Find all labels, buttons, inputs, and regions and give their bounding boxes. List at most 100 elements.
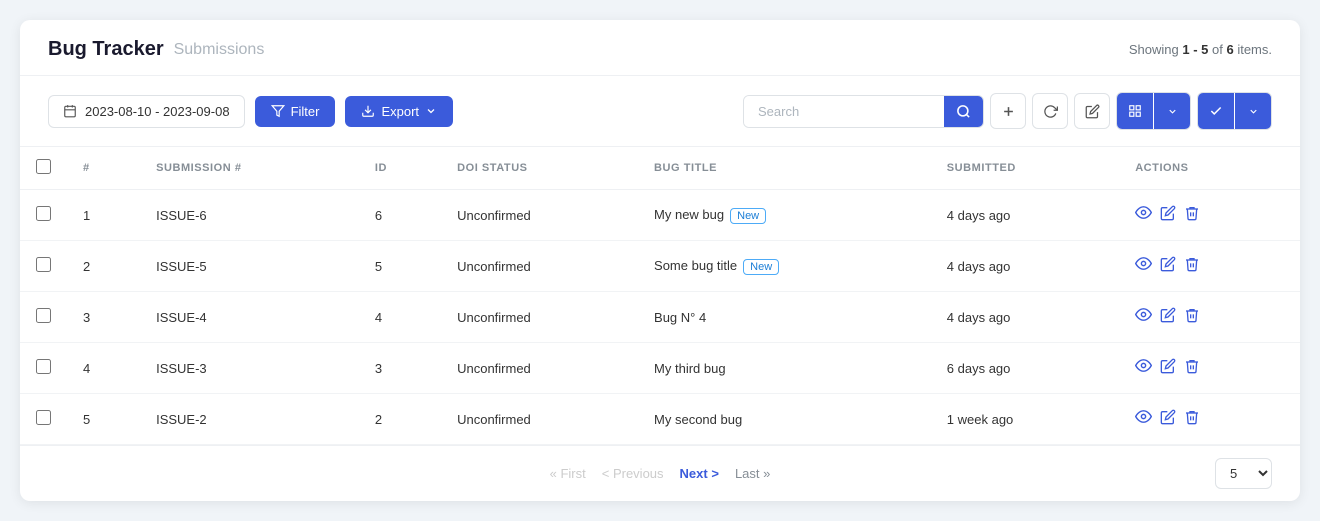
check-button[interactable] bbox=[1198, 93, 1234, 129]
date-range-value: 2023-08-10 - 2023-09-08 bbox=[85, 104, 230, 119]
pagination-bar: « First < Previous Next > Last » 5102550 bbox=[20, 445, 1300, 501]
check-action-group bbox=[1197, 92, 1272, 130]
page-size-selector[interactable]: 5102550 bbox=[1215, 458, 1272, 489]
search-button[interactable] bbox=[944, 96, 983, 127]
table-header-row: # SUBMISSION # ID DOI STATUS BUG TITLE S… bbox=[20, 147, 1300, 190]
chevron-down-icon bbox=[425, 105, 437, 117]
row-id: 4 bbox=[359, 292, 441, 343]
row-submitted: 4 days ago bbox=[931, 292, 1119, 343]
row-doi-status: Unconfirmed bbox=[441, 292, 638, 343]
row-doi-status: Unconfirmed bbox=[441, 190, 638, 241]
filter-button[interactable]: Filter bbox=[255, 96, 336, 127]
edit-icon[interactable] bbox=[1160, 256, 1176, 277]
delete-icon[interactable] bbox=[1184, 358, 1200, 379]
refresh-icon bbox=[1043, 104, 1058, 119]
row-submission: ISSUE-6 bbox=[140, 190, 359, 241]
row-actions bbox=[1119, 292, 1300, 343]
row-actions bbox=[1119, 343, 1300, 394]
row-id: 3 bbox=[359, 343, 441, 394]
prev-page-link[interactable]: < Previous bbox=[596, 462, 670, 485]
refresh-button[interactable] bbox=[1032, 93, 1068, 129]
grid-view-button[interactable] bbox=[1117, 93, 1153, 129]
row-actions bbox=[1119, 241, 1300, 292]
row-bug-title: My second bug bbox=[638, 394, 931, 445]
row-submitted: 4 days ago bbox=[931, 241, 1119, 292]
table-row: 5 ISSUE-2 2 Unconfirmed My second bug 1 … bbox=[20, 394, 1300, 445]
row-actions bbox=[1119, 190, 1300, 241]
row-checkbox[interactable] bbox=[36, 410, 51, 425]
row-checkbox[interactable] bbox=[36, 308, 51, 323]
view-icon[interactable] bbox=[1135, 306, 1152, 328]
search-input[interactable] bbox=[744, 96, 944, 127]
plus-icon bbox=[1001, 104, 1016, 119]
delete-icon[interactable] bbox=[1184, 256, 1200, 277]
last-page-link[interactable]: Last » bbox=[729, 462, 776, 485]
table-row: 3 ISSUE-4 4 Unconfirmed Bug N° 4 4 days … bbox=[20, 292, 1300, 343]
export-label: Export bbox=[381, 104, 419, 119]
page-size-dropdown[interactable]: 5102550 bbox=[1216, 459, 1271, 488]
col-header-title: BUG TITLE bbox=[638, 147, 931, 190]
delete-icon[interactable] bbox=[1184, 307, 1200, 328]
filter-label: Filter bbox=[291, 104, 320, 119]
toolbar: 2023-08-10 - 2023-09-08 Filter Export bbox=[20, 76, 1300, 147]
row-checkbox[interactable] bbox=[36, 257, 51, 272]
add-button[interactable] bbox=[990, 93, 1026, 129]
actions-cell bbox=[1135, 408, 1284, 430]
status-badge: New bbox=[743, 259, 779, 275]
table-row: 2 ISSUE-5 5 Unconfirmed Some bug titleNe… bbox=[20, 241, 1300, 292]
actions-cell bbox=[1135, 204, 1284, 226]
showing-text: Showing 1 - 5 of 6 items. bbox=[1129, 42, 1272, 57]
delete-icon[interactable] bbox=[1184, 205, 1200, 226]
card-header: Bug Tracker Submissions Showing 1 - 5 of… bbox=[20, 20, 1300, 76]
row-submission: ISSUE-3 bbox=[140, 343, 359, 394]
submissions-table: # SUBMISSION # ID DOI STATUS BUG TITLE S… bbox=[20, 147, 1300, 445]
row-doi-status: Unconfirmed bbox=[441, 343, 638, 394]
row-submitted: 4 days ago bbox=[931, 190, 1119, 241]
view-icon[interactable] bbox=[1135, 255, 1152, 277]
check-dropdown-button[interactable] bbox=[1235, 93, 1271, 129]
row-checkbox-cell bbox=[20, 190, 67, 241]
row-submission: ISSUE-2 bbox=[140, 394, 359, 445]
view-icon[interactable] bbox=[1135, 204, 1152, 226]
showing-info: Showing 1 - 5 of 6 items. bbox=[1129, 41, 1272, 59]
view-icon[interactable] bbox=[1135, 357, 1152, 379]
export-button[interactable]: Export bbox=[345, 96, 453, 127]
page-subtitle: Submissions bbox=[174, 41, 265, 59]
toolbar-left: 2023-08-10 - 2023-09-08 Filter Export bbox=[48, 95, 453, 128]
toolbar-right bbox=[743, 92, 1272, 130]
edit-icon[interactable] bbox=[1160, 205, 1176, 226]
row-num: 1 bbox=[67, 190, 140, 241]
row-checkbox[interactable] bbox=[36, 206, 51, 221]
row-num: 5 bbox=[67, 394, 140, 445]
col-header-submission: SUBMISSION # bbox=[140, 147, 359, 190]
table-body: 1 ISSUE-6 6 Unconfirmed My new bugNew 4 … bbox=[20, 190, 1300, 445]
row-checkbox-cell bbox=[20, 343, 67, 394]
next-page-link[interactable]: Next > bbox=[674, 462, 725, 485]
status-badge: New bbox=[730, 208, 766, 224]
delete-icon[interactable] bbox=[1184, 409, 1200, 430]
edit-icon[interactable] bbox=[1160, 409, 1176, 430]
view-icon[interactable] bbox=[1135, 408, 1152, 430]
grid-icon bbox=[1128, 104, 1142, 118]
col-header-id: ID bbox=[359, 147, 441, 190]
row-doi-status: Unconfirmed bbox=[441, 241, 638, 292]
row-checkbox-cell bbox=[20, 241, 67, 292]
row-num: 3 bbox=[67, 292, 140, 343]
search-icon bbox=[956, 104, 971, 119]
actions-cell bbox=[1135, 306, 1284, 328]
first-page-link[interactable]: « First bbox=[544, 462, 592, 485]
row-id: 5 bbox=[359, 241, 441, 292]
row-checkbox-cell bbox=[20, 394, 67, 445]
grid-dropdown-button[interactable] bbox=[1154, 93, 1190, 129]
edit-icon[interactable] bbox=[1160, 358, 1176, 379]
row-bug-title: My new bugNew bbox=[638, 190, 931, 241]
date-range-button[interactable]: 2023-08-10 - 2023-09-08 bbox=[48, 95, 245, 128]
row-doi-status: Unconfirmed bbox=[441, 394, 638, 445]
edit-columns-button[interactable] bbox=[1074, 93, 1110, 129]
row-submission: ISSUE-4 bbox=[140, 292, 359, 343]
select-all-checkbox[interactable] bbox=[36, 159, 51, 174]
actions-cell bbox=[1135, 357, 1284, 379]
row-checkbox[interactable] bbox=[36, 359, 51, 374]
edit-icon[interactable] bbox=[1160, 307, 1176, 328]
pagination: « First < Previous Next > Last » bbox=[544, 462, 777, 485]
